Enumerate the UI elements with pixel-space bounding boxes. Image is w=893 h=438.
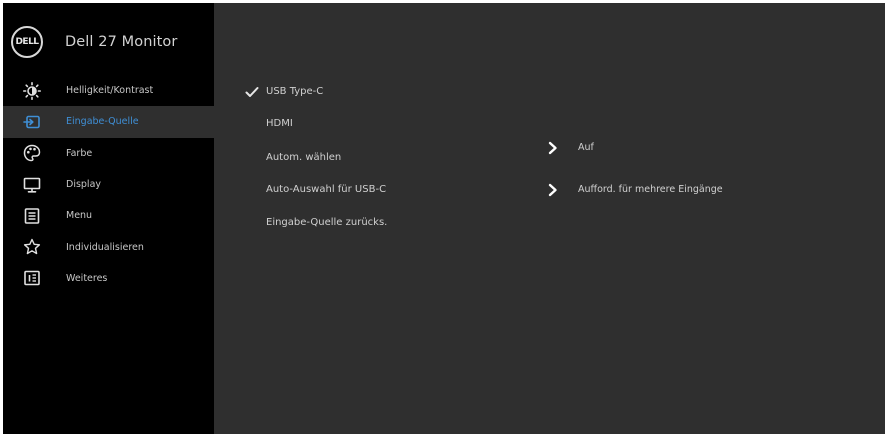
main-panel: USB Type-C HDMI Autom. wählen Auf Auto-A… — [214, 3, 885, 434]
sidebar-item-display[interactable]: Display — [3, 169, 214, 200]
sidebar-item-label: Helligkeit/Kontrast — [66, 85, 154, 97]
sidebar-item-label: Eingabe-Quelle — [66, 116, 139, 128]
monitor-title: Dell 27 Monitor — [65, 34, 178, 50]
sidebar-menu: Helligkeit/Kontrast Eingabe-Quelle Farbe… — [3, 75, 214, 294]
sidebar-item-label: Individualisieren — [66, 241, 144, 253]
chevron-right-icon — [548, 183, 557, 197]
color-palette-icon — [23, 144, 41, 162]
sidebar-item-weiteres[interactable]: Weiteres — [3, 263, 214, 294]
checkmark-icon — [245, 87, 259, 97]
sidebar-item-farbe[interactable]: Farbe — [3, 138, 214, 169]
option-autom-waehlen[interactable]: Autom. wählen — [266, 152, 341, 163]
sidebar-item-eingabe-quelle[interactable]: Eingabe-Quelle — [3, 106, 214, 138]
sidebar-item-label: Display — [66, 179, 102, 191]
brightness-icon — [23, 81, 41, 100]
sidebar-item-label: Farbe — [66, 147, 93, 159]
display-icon — [23, 176, 41, 194]
input-source-icon — [23, 113, 41, 131]
option-usb-type-c[interactable]: USB Type-C — [266, 86, 323, 97]
sidebar-item-helligkeit-kontrast[interactable]: Helligkeit/Kontrast — [3, 75, 214, 106]
dell-logo: DELL — [11, 26, 43, 58]
header: DELL Dell 27 Monitor — [11, 25, 177, 59]
chevron-right-icon — [548, 141, 557, 155]
option-hdmi[interactable]: HDMI — [266, 118, 293, 129]
sidebar-item-label: Weiteres — [66, 272, 108, 284]
star-icon — [23, 238, 41, 256]
sidebar: DELL Dell 27 Monitor Helligkeit/Kontrast… — [3, 3, 214, 434]
menu-icon — [23, 207, 41, 225]
sidebar-item-menu[interactable]: Menu — [3, 200, 214, 231]
sidebar-item-label: Menu — [66, 210, 93, 222]
option-auto-auswahl-usb-c[interactable]: Auto-Auswahl für USB-C — [266, 184, 386, 195]
option-eingabe-quelle-zuruecks[interactable]: Eingabe-Quelle zurücks. — [266, 217, 387, 228]
auto-auswahl-value: Aufford. für mehrere Eingänge — [578, 184, 723, 195]
osd-menu: DELL Dell 27 Monitor Helligkeit/Kontrast… — [3, 3, 885, 434]
info-icon — [23, 269, 41, 287]
sidebar-item-individualisieren[interactable]: Individualisieren — [3, 231, 214, 262]
autom-waehlen-value: Auf — [578, 142, 594, 153]
